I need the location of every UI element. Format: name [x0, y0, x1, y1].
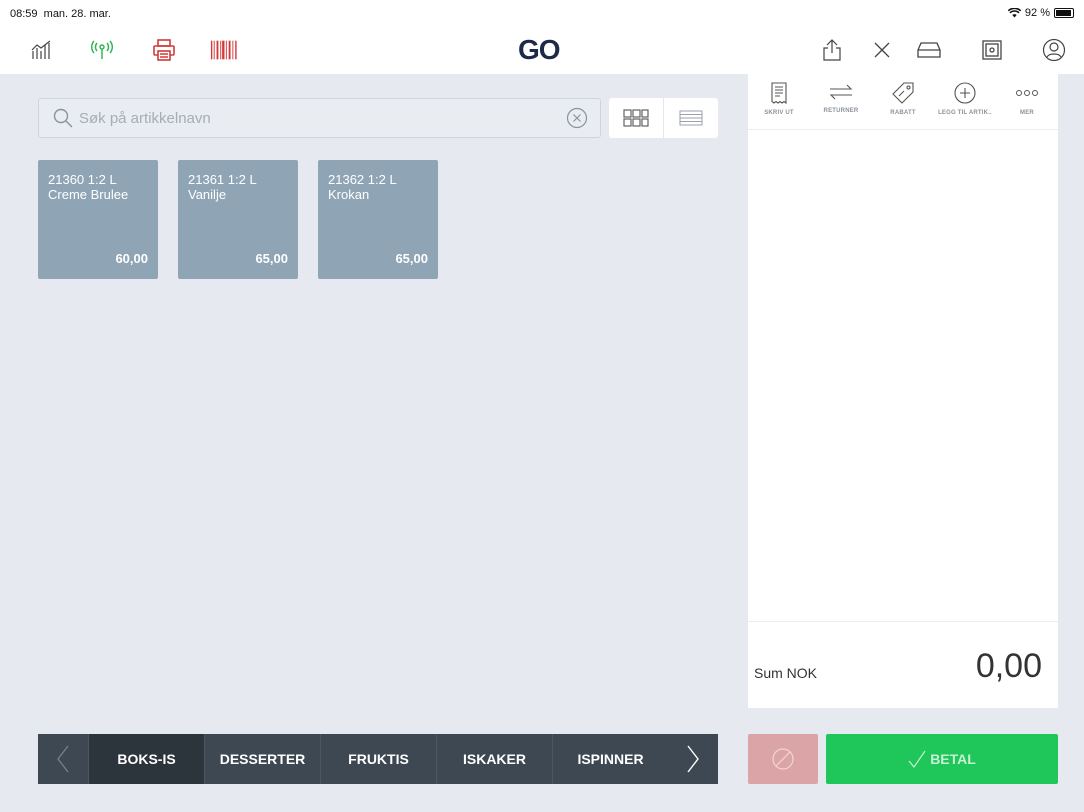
- go-logo: GO: [518, 34, 561, 65]
- drawer-icon[interactable]: [915, 36, 943, 64]
- product-price: 60,00: [115, 251, 148, 266]
- action-label: MER: [1020, 110, 1034, 116]
- action-label: LEGG TIL ARTIK..: [938, 110, 992, 116]
- return-button[interactable]: RETURNER: [810, 74, 872, 129]
- product-tile[interactable]: 21360 1:2 L Creme Brulee 60,00: [38, 160, 158, 279]
- list-view-button[interactable]: [664, 98, 718, 138]
- toolbar: GO: [0, 26, 1084, 74]
- cancel-sale-button[interactable]: [748, 734, 818, 784]
- close-icon[interactable]: [868, 36, 896, 64]
- antenna-icon[interactable]: [88, 36, 116, 64]
- more-icon: [1016, 90, 1038, 96]
- stats-icon[interactable]: [28, 36, 56, 64]
- receipt-icon: [771, 82, 787, 104]
- pay-button[interactable]: BETAL: [826, 734, 1058, 784]
- clear-search-icon[interactable]: [566, 107, 588, 129]
- add-item-button[interactable]: LEGG TIL ARTIK..: [934, 74, 996, 129]
- receipt-actions: SKRIV UT RETURNER RABATT LEGG TIL ARTIK.…: [748, 74, 1058, 130]
- pay-label: BETAL: [930, 751, 976, 767]
- category-tab-iskaker[interactable]: ISKAKER: [436, 734, 552, 784]
- chevron-left-icon: [57, 745, 69, 773]
- print-receipt-button[interactable]: SKRIV UT: [748, 74, 810, 129]
- product-name: 21362 1:2 L Krokan: [328, 172, 397, 202]
- status-time: 08:59 man. 28. mar.: [10, 8, 111, 20]
- more-button[interactable]: MER: [996, 74, 1058, 129]
- receipt-edge: [748, 704, 1058, 710]
- return-icon: [829, 84, 853, 100]
- category-next-button[interactable]: [668, 734, 718, 784]
- share-icon[interactable]: [818, 36, 846, 64]
- product-tile[interactable]: 21362 1:2 L Krokan 65,00: [318, 160, 438, 279]
- action-label: SKRIV UT: [764, 110, 794, 116]
- category-tab-desserter[interactable]: DESSERTER: [204, 734, 320, 784]
- sum-label: Sum NOK: [754, 665, 818, 681]
- chevron-right-icon: [687, 745, 699, 773]
- category-tab-fruktis[interactable]: FRUKTIS: [320, 734, 436, 784]
- sum-row: Sum NOK 0,00: [748, 621, 1058, 708]
- receipt-panel: SKRIV UT RETURNER RABATT LEGG TIL ARTIK.…: [748, 74, 1058, 708]
- category-prev-button[interactable]: [38, 734, 88, 784]
- status-bar: 08:59 man. 28. mar. 92 %: [0, 0, 1084, 26]
- list-icon: [679, 110, 703, 126]
- grid-icon: [623, 109, 649, 127]
- product-name: 21361 1:2 L Vanilje: [188, 172, 257, 202]
- action-label: RABATT: [890, 110, 916, 116]
- status-right: 92 %: [1007, 7, 1074, 19]
- discount-tag-icon: [892, 82, 914, 104]
- view-toggle: [609, 98, 718, 138]
- action-label: RETURNER: [823, 108, 859, 114]
- printer-icon[interactable]: [150, 36, 178, 64]
- product-price: 65,00: [395, 251, 428, 266]
- product-tile[interactable]: 21361 1:2 L Vanilje 65,00: [178, 160, 298, 279]
- user-icon[interactable]: [1040, 36, 1068, 64]
- checkmark-icon: [908, 750, 926, 768]
- wifi-icon: [1007, 8, 1021, 18]
- product-price: 65,00: [255, 251, 288, 266]
- barcode-icon[interactable]: [210, 36, 238, 64]
- safe-icon[interactable]: [978, 36, 1006, 64]
- sum-value: 0,00: [975, 647, 1042, 685]
- product-name: 21360 1:2 L Creme Brulee: [48, 172, 129, 202]
- battery-icon: [1054, 8, 1074, 18]
- battery-percent: 92 %: [1024, 7, 1050, 19]
- discount-button[interactable]: RABATT: [872, 74, 934, 129]
- search-input[interactable]: [79, 109, 566, 127]
- plus-circle-icon: [954, 82, 976, 104]
- category-bar: BOKS-IS DESSERTER FRUKTIS ISKAKER ISPINN…: [38, 734, 718, 784]
- search-icon: [53, 108, 73, 128]
- category-tab-ispinner[interactable]: ISPINNER: [552, 734, 668, 784]
- cancel-icon: [772, 748, 794, 770]
- search-box: [38, 98, 601, 138]
- category-tab-boks-is[interactable]: BOKS-IS: [88, 734, 204, 784]
- grid-view-button[interactable]: [609, 98, 664, 138]
